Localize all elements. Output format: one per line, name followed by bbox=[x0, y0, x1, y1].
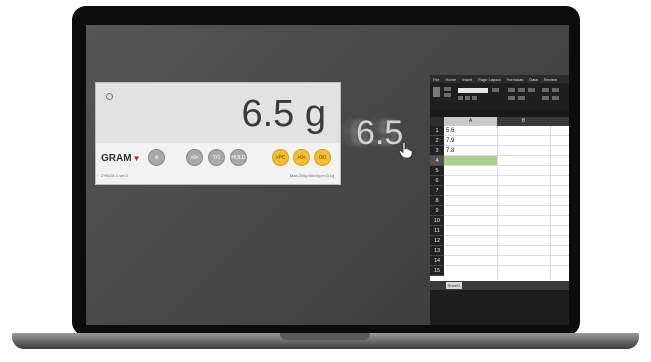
laptop-notch bbox=[280, 333, 370, 340]
cell-a1[interactable]: 5.6 bbox=[446, 126, 454, 136]
align-left-icon[interactable] bbox=[508, 88, 515, 92]
row-header[interactable]: 15 bbox=[430, 266, 444, 276]
copy-icon[interactable] bbox=[444, 93, 451, 97]
weight-readout: 6.5 g bbox=[241, 93, 326, 135]
laptop-screen: 6.5 g GRAM▼ ⚙ >0< T/0 HOLD >PC >0< 0/0 Z… bbox=[86, 25, 569, 325]
scale-status-left: ZYBOX-1 ver.0 bbox=[101, 173, 128, 178]
tab-insert[interactable]: Insert bbox=[462, 77, 472, 82]
brand-triangle-icon: ▼ bbox=[132, 154, 141, 163]
tab-review[interactable]: Review bbox=[544, 77, 557, 82]
styles-icon[interactable] bbox=[552, 96, 559, 100]
excel-status-bar bbox=[430, 290, 569, 325]
sheet-tab[interactable]: Sheet1 bbox=[446, 282, 462, 289]
gridline bbox=[497, 126, 498, 280]
italic-icon[interactable] bbox=[465, 96, 470, 100]
tare-button[interactable]: T/0 bbox=[208, 149, 225, 166]
align-right-icon[interactable] bbox=[528, 88, 535, 92]
font-size-select[interactable] bbox=[492, 88, 499, 92]
row-header[interactable]: 2 bbox=[430, 136, 444, 146]
tab-file[interactable]: File bbox=[433, 77, 439, 82]
yellow-zero-button[interactable]: >0< bbox=[293, 149, 310, 166]
hand-cursor-icon bbox=[399, 142, 412, 158]
zero-button[interactable]: >0< bbox=[186, 149, 203, 166]
settings-icon: ⚙ bbox=[154, 155, 159, 161]
underline-icon[interactable] bbox=[472, 96, 477, 100]
row-header[interactable]: 1 bbox=[430, 126, 444, 136]
select-all-corner[interactable] bbox=[430, 117, 444, 126]
hold-button[interactable]: HOLD bbox=[230, 149, 247, 166]
font-select[interactable] bbox=[458, 88, 488, 93]
weight-display: 6.5 g bbox=[96, 83, 340, 143]
row-header[interactable]: 14 bbox=[430, 256, 444, 266]
column-header-c[interactable] bbox=[550, 117, 569, 126]
paste-icon[interactable] bbox=[433, 87, 440, 97]
send-pc-button[interactable]: >PC bbox=[272, 149, 289, 166]
tab-data[interactable]: Data bbox=[529, 77, 537, 82]
row-header[interactable]: 11 bbox=[430, 226, 444, 236]
ribbon-tabs: File Home Insert Page Layout Formulas Data Rev… bbox=[430, 75, 569, 83]
settings-button[interactable]: ⚙ bbox=[148, 149, 165, 166]
gridline bbox=[550, 126, 551, 280]
cell-a3[interactable]: 7.8 bbox=[446, 146, 454, 156]
tab-home[interactable]: Home bbox=[445, 77, 456, 82]
formula-bar[interactable] bbox=[430, 109, 569, 117]
wrap-text-icon[interactable] bbox=[508, 96, 515, 100]
scale-status-right: Max:200g Min:0g e=0.1g bbox=[289, 173, 334, 178]
row-header[interactable]: 10 bbox=[430, 216, 444, 226]
row-header[interactable]: 8 bbox=[430, 196, 444, 206]
brand-name: GRAM bbox=[101, 153, 132, 164]
bold-icon[interactable] bbox=[458, 96, 463, 100]
transferred-value: 6.5 bbox=[356, 114, 404, 152]
power-icon[interactable] bbox=[106, 93, 113, 100]
row-header-active[interactable]: 4 bbox=[430, 156, 444, 166]
tab-page-layout[interactable]: Page Layout bbox=[478, 77, 500, 82]
row-header[interactable]: 13 bbox=[430, 246, 444, 256]
merge-icon[interactable] bbox=[518, 96, 525, 100]
ribbon bbox=[430, 83, 569, 109]
cut-icon[interactable] bbox=[444, 87, 451, 91]
gram-logo: GRAM▼ bbox=[101, 153, 140, 164]
number-format-icon[interactable] bbox=[542, 88, 549, 92]
row-header[interactable]: 12 bbox=[430, 236, 444, 246]
row-header[interactable]: 3 bbox=[430, 146, 444, 156]
align-center-icon[interactable] bbox=[518, 88, 525, 92]
row-header[interactable]: 5 bbox=[430, 166, 444, 176]
decimal-icon[interactable] bbox=[542, 96, 549, 100]
tab-formulas[interactable]: Formulas bbox=[507, 77, 524, 82]
percent-button[interactable]: 0/0 bbox=[314, 149, 331, 166]
scale-app-window: 6.5 g GRAM▼ ⚙ >0< T/0 HOLD >PC >0< 0/0 Z… bbox=[95, 82, 341, 185]
excel-window: File Home Insert Page Layout Formulas Data Rev… bbox=[430, 75, 569, 325]
column-header-b[interactable]: B bbox=[497, 117, 550, 126]
row-header[interactable]: 7 bbox=[430, 186, 444, 196]
row-header[interactable]: 9 bbox=[430, 206, 444, 216]
column-header-a[interactable]: A bbox=[444, 117, 497, 126]
percent-format-icon[interactable] bbox=[552, 88, 559, 92]
cell-a2[interactable]: 7.9 bbox=[446, 136, 454, 146]
row-header[interactable]: 6 bbox=[430, 176, 444, 186]
